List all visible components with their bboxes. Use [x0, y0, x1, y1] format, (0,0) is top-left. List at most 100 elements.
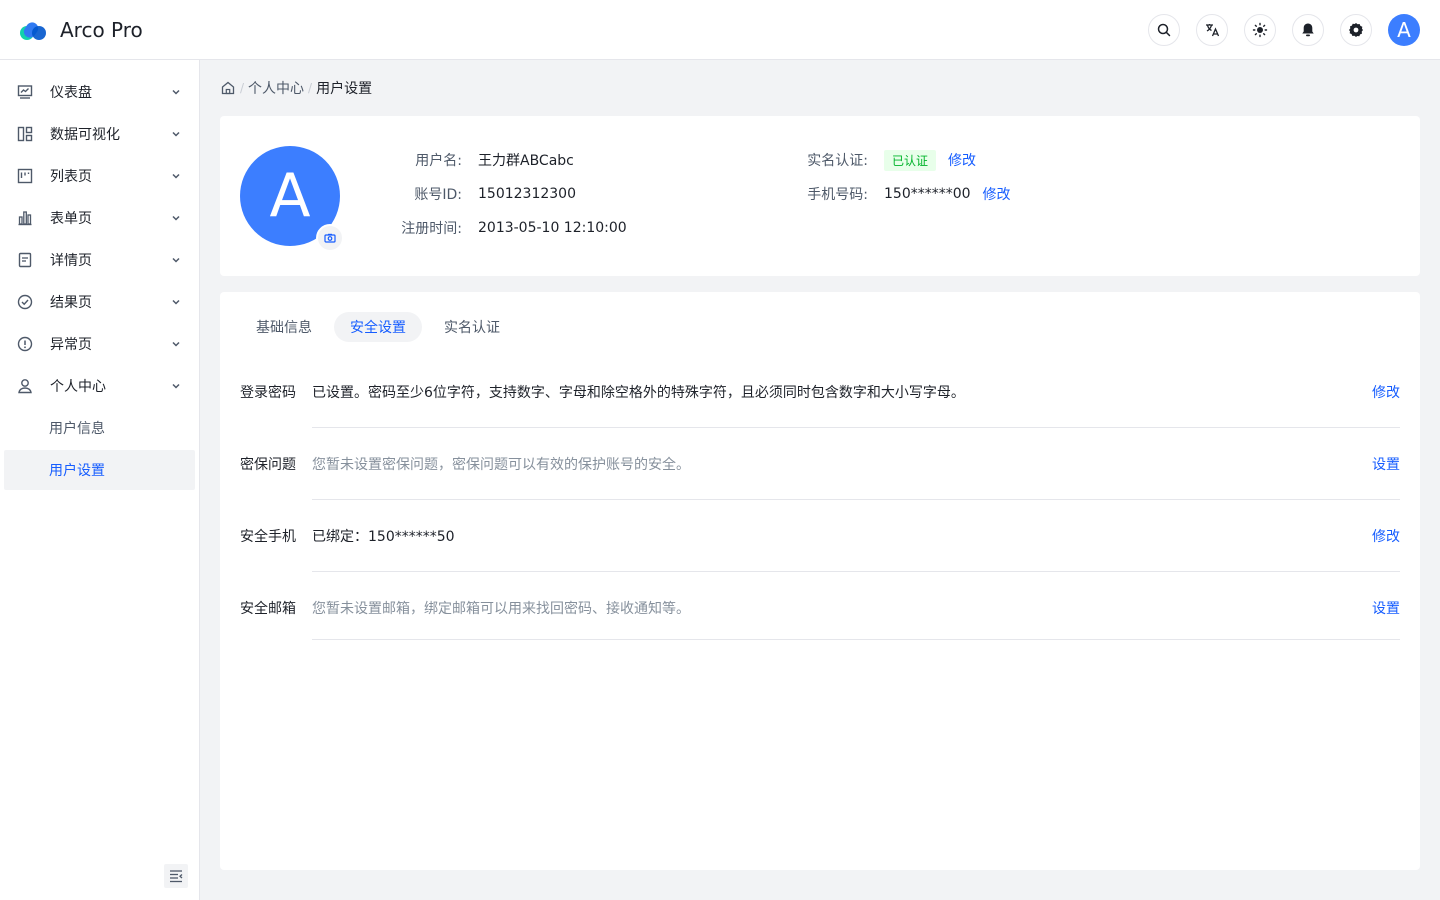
username-value: 王力群ABCabc [478, 153, 574, 169]
settings-card: 基础信息 安全设置 实名认证 登录密码 已设置。密码至少6位字符，支持数字、字母… [220, 292, 1420, 870]
phone-label: 手机号码: [807, 187, 868, 203]
sidebar-item-label: 表单页 [50, 211, 92, 227]
security-row-label: 安全手机 [240, 529, 296, 545]
chevron-down-icon [171, 170, 183, 182]
sidebar-item-user-center[interactable]: 个人中心 [4, 366, 195, 406]
sidebar-item-visualization[interactable]: 数据可视化 [4, 114, 195, 154]
settings-button[interactable] [1340, 13, 1372, 46]
edit-secure-phone-link[interactable]: 修改 [1372, 527, 1400, 547]
security-row-phone: 安全手机 已绑定：150******50 修改 [240, 527, 1400, 599]
chevron-down-icon [171, 296, 183, 308]
list-icon [16, 167, 34, 185]
language-button[interactable] [1196, 13, 1228, 46]
profile-card: A 用户名: 王力群ABCabc 账号ID: 15012312300 注册时间:… [220, 116, 1420, 276]
username-label: 用户名: [415, 153, 462, 169]
security-row-password: 登录密码 已设置。密码至少6位字符，支持数字、字母和除空格外的特殊字符，且必须同… [240, 383, 1400, 455]
logo[interactable]: Arco Pro [20, 18, 143, 42]
security-row-desc: 已绑定：150******50 [312, 529, 455, 545]
sidebar-item-label: 数据可视化 [50, 127, 120, 143]
breadcrumb: / 个人中心 / 用户设置 [220, 78, 372, 98]
sidebar-item-label: 仪表盘 [50, 85, 92, 101]
form-icon [16, 209, 34, 227]
detail-icon [16, 251, 34, 269]
tab-security[interactable]: 安全设置 [334, 312, 422, 342]
divider [312, 499, 1400, 500]
top-navbar: Arco Pro A [0, 0, 1440, 60]
sidebar-item-dashboard[interactable]: 仪表盘 [4, 72, 195, 112]
translate-icon [1206, 23, 1220, 36]
security-row-label: 安全邮箱 [240, 601, 296, 617]
result-icon [16, 293, 34, 311]
user-icon [16, 377, 34, 395]
registered-value: 2013-05-10 12:10:00 [478, 220, 627, 236]
chevron-down-icon [171, 86, 183, 98]
security-row-label: 密保问题 [240, 457, 296, 473]
sidebar-item-form[interactable]: 表单页 [4, 198, 195, 238]
divider [312, 639, 1400, 640]
divider [312, 427, 1400, 428]
home-icon[interactable] [220, 80, 236, 96]
breadcrumb-current: 用户设置 [316, 81, 373, 97]
phone-row: 手机号码: 150******00 修改 [806, 183, 1011, 205]
username-row: 用户名: 王力群ABCabc [400, 149, 574, 171]
bell-icon [1302, 23, 1314, 36]
security-row-question: 密保问题 您暂未设置密保问题，密保问题可以有效的保护账号的安全。 设置 [240, 455, 1400, 527]
arco-logo-icon [20, 19, 46, 40]
search-button[interactable] [1148, 13, 1180, 46]
edit-phone-link[interactable]: 修改 [983, 184, 1011, 204]
sidebar-item-label: 个人中心 [50, 379, 106, 395]
visualization-icon [16, 125, 34, 143]
sidebar-item-label: 异常页 [50, 337, 92, 353]
set-question-link[interactable]: 设置 [1372, 455, 1400, 475]
sidebar-item-exception[interactable]: 异常页 [4, 324, 195, 364]
divider [312, 571, 1400, 572]
collapse-sidebar-button[interactable] [164, 864, 188, 888]
sidebar-item-label: 结果页 [50, 295, 92, 311]
sidebar-item-result[interactable]: 结果页 [4, 282, 195, 322]
registered-label: 注册时间: [401, 221, 462, 237]
security-row-desc: 已设置。密码至少6位字符，支持数字、字母和除空格外的特殊字符，且必须同时包含数字… [312, 385, 965, 401]
account-value: 15012312300 [478, 186, 576, 202]
change-avatar-button[interactable] [316, 224, 344, 252]
sidebar: 仪表盘 数据可视化 列表页 表单页 详情页 结果页 异常页 个人中心 用户信息 … [0, 60, 200, 900]
phone-value: 150******00 [884, 186, 971, 202]
edit-password-link[interactable]: 修改 [1372, 383, 1400, 403]
account-label: 账号ID: [414, 187, 462, 203]
edit-verify-link[interactable]: 修改 [948, 150, 976, 170]
menu-fold-icon [170, 870, 183, 883]
chevron-down-icon [171, 380, 183, 392]
security-row-email: 安全邮箱 您暂未设置邮箱，绑定邮箱可以用来找回密码、接收通知等。 设置 [240, 599, 1400, 671]
sidebar-item-detail[interactable]: 详情页 [4, 240, 195, 280]
settings-tabs: 基础信息 安全设置 实名认证 [240, 312, 522, 342]
exception-icon [16, 335, 34, 353]
verify-row: 实名认证: 已认证 修改 [806, 149, 976, 171]
security-row-desc: 您暂未设置密保问题，密保问题可以有效的保护账号的安全。 [312, 457, 690, 473]
dashboard-icon [16, 83, 34, 101]
app-title: Arco Pro [60, 17, 143, 42]
notification-button[interactable] [1292, 13, 1324, 46]
user-avatar[interactable]: A [1388, 13, 1420, 46]
chevron-down-icon [171, 212, 183, 224]
theme-toggle-button[interactable] [1244, 13, 1276, 46]
security-row-desc: 您暂未设置邮箱，绑定邮箱可以用来找回密码、接收通知等。 [312, 601, 690, 617]
breadcrumb-item[interactable]: 个人中心 [248, 78, 304, 98]
tab-basic-info[interactable]: 基础信息 [240, 312, 328, 342]
verify-label: 实名认证: [807, 153, 868, 169]
registered-row: 注册时间: 2013-05-10 12:10:00 [400, 217, 627, 239]
sidebar-item-list[interactable]: 列表页 [4, 156, 195, 196]
sidebar-item-label: 列表页 [50, 169, 92, 185]
set-email-link[interactable]: 设置 [1372, 599, 1400, 619]
tab-verification[interactable]: 实名认证 [428, 312, 516, 342]
breadcrumb-separator: / [308, 81, 313, 95]
breadcrumb-separator: / [240, 81, 245, 95]
chevron-down-icon [171, 254, 183, 266]
camera-icon [324, 233, 336, 243]
account-row: 账号ID: 15012312300 [400, 183, 576, 205]
security-row-label: 登录密码 [240, 385, 296, 401]
verified-badge: 已认证 [884, 149, 937, 171]
theme-icon [1252, 22, 1268, 37]
chevron-down-icon [171, 338, 183, 350]
sidebar-subitem-user-settings[interactable]: 用户设置 [4, 450, 195, 490]
gear-icon [1349, 22, 1363, 37]
sidebar-subitem-user-info[interactable]: 用户信息 [4, 408, 195, 448]
